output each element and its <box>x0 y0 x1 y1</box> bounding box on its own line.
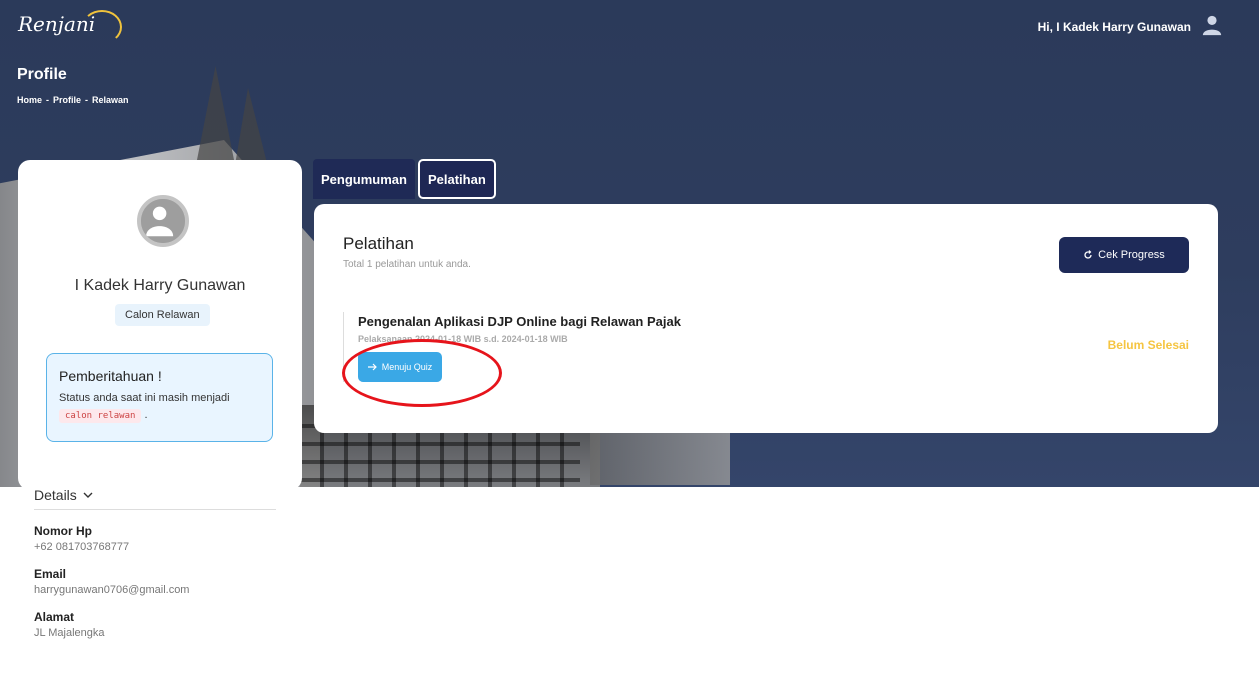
page-title: Profile <box>17 66 67 83</box>
detail-label-phone: Nomor Hp <box>34 524 92 538</box>
check-progress-button[interactable]: Cek Progress <box>1059 237 1189 273</box>
notice-end: . <box>144 409 148 421</box>
notice-code: calon relawan <box>59 409 142 423</box>
refresh-icon <box>1084 250 1092 259</box>
profile-name: I Kadek Harry Gunawan <box>74 277 246 294</box>
breadcrumb-relawan: Relawan <box>92 95 129 105</box>
details-heading: Details <box>34 487 77 503</box>
red-highlight-circle <box>342 339 502 407</box>
notice-title: Pemberitahuan ! <box>59 368 162 384</box>
tab-pelatihan[interactable]: Pelatihan <box>417 159 496 199</box>
logo-ring <box>82 10 122 44</box>
detail-value-email: harrygunawan0706@gmail.com <box>34 584 190 596</box>
notice-text: Status anda saat ini masih menjadi calon… <box>59 390 260 425</box>
course-title: Pengenalan Aplikasi DJP Online bagi Rela… <box>358 314 681 329</box>
breadcrumb: Home - Profile - Relawan <box>17 95 129 105</box>
breadcrumb-profile[interactable]: Profile <box>53 95 81 105</box>
check-progress-label: Cek Progress <box>1098 249 1165 261</box>
tab-pengumuman[interactable]: Pengumuman <box>313 159 415 199</box>
detail-label-address: Alamat <box>34 610 75 624</box>
renjani-logo[interactable]: Renjani <box>18 10 122 46</box>
course-status: Belum Selesai <box>1107 338 1189 352</box>
breadcrumb-separator: - <box>46 95 50 105</box>
details-toggle[interactable]: Details <box>34 487 276 510</box>
breadcrumb-home[interactable]: Home <box>17 95 42 105</box>
course-date: Pelaksanaan 2024-01-18 WIB s.d. 2024-01-… <box>358 334 568 344</box>
user-icon[interactable] <box>1201 14 1223 36</box>
training-title: Pelatihan <box>343 234 414 253</box>
details-section: Details Nomor Hp +62 081703768777 Email … <box>34 487 276 639</box>
notification-box: Pemberitahuan ! Status anda saat ini mas… <box>46 353 273 442</box>
detail-label-email: Email <box>34 567 67 581</box>
chevron-down-icon <box>83 492 93 498</box>
avatar-icon <box>137 195 189 247</box>
training-subtitle: Total 1 pelatihan untuk anda. <box>343 259 471 270</box>
tab-bar: Pengumuman Pelatihan <box>313 159 496 199</box>
breadcrumb-separator: - <box>85 95 89 105</box>
role-badge: Calon Relawan <box>115 304 210 326</box>
profile-card: I Kadek Harry Gunawan Calon Relawan Pemb… <box>18 160 302 490</box>
user-greeting[interactable]: Hi, I Kadek Harry Gunawan <box>1038 20 1191 34</box>
detail-value-address: JL Majalengka <box>34 627 105 639</box>
detail-value-phone: +62 081703768777 <box>34 541 130 553</box>
notice-text-main: Status anda saat ini masih menjadi <box>59 392 230 404</box>
